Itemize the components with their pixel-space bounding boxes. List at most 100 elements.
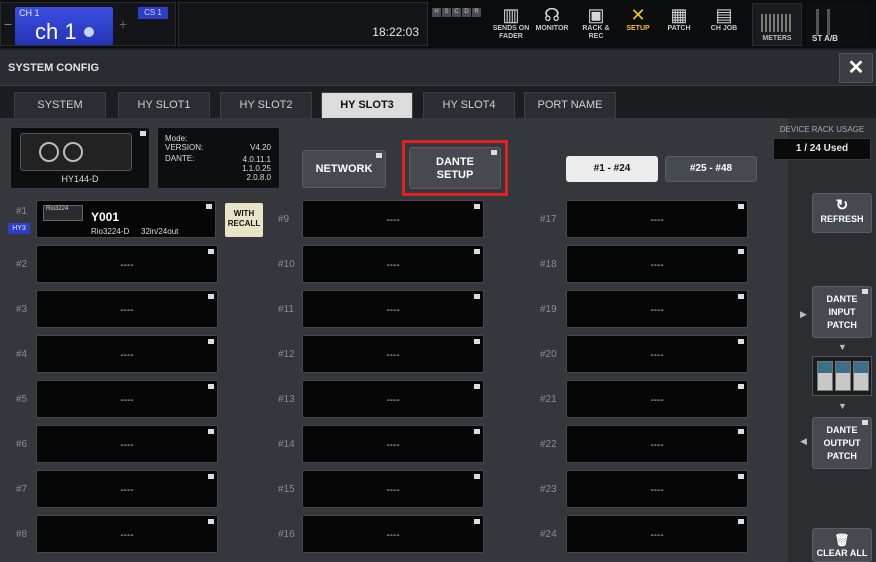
page-1-24-button[interactable]: #1 - #24 — [566, 156, 658, 182]
dante-input-patch-button[interactable]: DANTE INPUT PATCH — [812, 286, 872, 338]
channel-number: CH 1 — [19, 8, 40, 18]
patch-label: PATCH — [667, 25, 691, 32]
slot-number: #14 — [278, 439, 295, 450]
device-slot[interactable]: ---- — [566, 425, 748, 463]
close-button[interactable]: ✕ — [839, 53, 873, 83]
menu-indicator-icon — [738, 294, 744, 299]
network-button[interactable]: NETWORK — [302, 150, 386, 188]
device-slot[interactable]: ---- — [36, 515, 218, 553]
top-bar: − CH 1 ch 1 + CS 1 18:22:03 H S C D R ▥ … — [0, 0, 876, 48]
device-slot[interactable]: ---- — [36, 290, 218, 328]
clear-all-button[interactable]: 🗑 CLEAR ALL — [812, 528, 872, 562]
empty-slot-label: ---- — [386, 485, 400, 496]
device-slot[interactable]: ---- — [36, 245, 218, 283]
rack-rec-button[interactable]: ▣ RACK & REC — [576, 2, 616, 46]
slot-number: #11 — [278, 304, 294, 315]
device-slot[interactable]: ---- — [302, 470, 484, 508]
device-name: Y001 — [91, 210, 120, 224]
slot-number: #1 — [16, 206, 28, 217]
device-slot[interactable]: ---- — [302, 380, 484, 418]
device-slot[interactable]: ---- — [302, 245, 484, 283]
slot-number: #8 — [16, 529, 28, 540]
slot-number: #7 — [16, 484, 28, 495]
dante-input-label-line3: PATCH — [827, 320, 857, 330]
device-slot[interactable]: ---- — [302, 335, 484, 373]
window-header: SYSTEM CONFIG ✕ — [0, 50, 876, 86]
device-slot[interactable]: ---- — [36, 380, 218, 418]
menu-indicator-icon — [738, 474, 744, 479]
slot-number: #20 — [540, 349, 557, 360]
setup-button[interactable]: ✕ SETUP — [620, 2, 656, 46]
patch-icon: ▦ — [670, 5, 688, 25]
tab-hy-slot4[interactable]: HY SLOT4 — [423, 92, 515, 118]
ch-job-button[interactable]: ▤ CH JOB — [703, 2, 745, 46]
hy-card-info[interactable]: HY144-D — [10, 127, 150, 189]
empty-slot-label: ---- — [650, 260, 664, 271]
dante-output-label-line3: PATCH — [827, 451, 857, 461]
thumbnail-cell — [817, 361, 833, 391]
device-slot[interactable]: ---- — [566, 515, 748, 553]
slot-number: #24 — [540, 529, 557, 540]
menu-indicator-icon — [474, 204, 480, 209]
device-slot[interactable]: Rio3224 Y001 Rio3224-D 32in/24out — [36, 200, 216, 238]
device-slot[interactable]: ---- — [566, 335, 748, 373]
sends-on-fader-button[interactable]: ▥ SENDS ON FADER — [492, 2, 530, 46]
device-rack-usage-value: 1 / 24 Used — [773, 138, 871, 160]
empty-slot-label: ---- — [386, 260, 400, 271]
monitor-button[interactable]: ☊ MONITOR — [532, 2, 572, 46]
slot-number: #12 — [278, 349, 295, 360]
device-slot[interactable]: ---- — [566, 290, 748, 328]
slot-number: #3 — [16, 304, 28, 315]
scene-bar[interactable]: 18:22:03 — [178, 2, 428, 46]
menu-indicator-icon — [474, 384, 480, 389]
channel-prev-button[interactable]: − — [4, 16, 12, 32]
device-slot[interactable]: ---- — [566, 470, 748, 508]
trash-icon: 🗑 — [834, 533, 850, 547]
refresh-button[interactable]: ↻ REFRESH — [812, 193, 872, 233]
dante-output-patch-button[interactable]: DANTE OUTPUT PATCH — [812, 417, 872, 469]
slot-number: #5 — [16, 394, 28, 405]
channel-next-button[interactable]: + — [119, 16, 127, 32]
menu-indicator-icon — [738, 204, 744, 209]
device-slot[interactable]: ---- — [302, 425, 484, 463]
empty-slot-label: ---- — [650, 530, 664, 541]
rack-rec-label: RACK & REC — [582, 25, 610, 40]
tab-port-name[interactable]: PORT NAME — [524, 92, 616, 118]
arrow-left-icon: ◀ — [800, 436, 807, 446]
mini-key: R — [472, 8, 481, 17]
mini-key: D — [462, 8, 471, 17]
channel-name: ch 1 — [35, 19, 77, 44]
empty-slot-label: ---- — [650, 440, 664, 451]
mini-key: C — [452, 8, 461, 17]
channel-selector[interactable]: − CH 1 ch 1 + CS 1 — [0, 2, 176, 46]
page-25-48-button[interactable]: #25 - #48 — [665, 156, 757, 182]
device-slot[interactable]: ---- — [302, 290, 484, 328]
hy3-tag: HY3 — [8, 223, 30, 234]
with-recall-button[interactable]: WITH RECALL — [225, 203, 263, 237]
device-slot[interactable]: ---- — [566, 200, 748, 238]
stereo-ab-meter[interactable]: ST A/B — [806, 3, 870, 46]
tab-hy-slot3[interactable]: HY SLOT3 — [321, 92, 413, 118]
device-slot[interactable]: ---- — [302, 515, 484, 553]
with-recall-label-line1: WITH — [233, 209, 255, 218]
channel-name-box[interactable]: CH 1 ch 1 — [15, 7, 113, 45]
empty-slot-label: ---- — [120, 260, 134, 271]
device-slot[interactable]: ---- — [36, 470, 218, 508]
tools-icon: ✕ — [630, 5, 646, 25]
arrow-right-icon: ▶ — [800, 309, 807, 319]
device-slot[interactable]: ---- — [36, 335, 218, 373]
device-slot[interactable]: ---- — [302, 200, 484, 238]
device-slot[interactable]: ---- — [566, 380, 748, 418]
sends-on-fader-label: SENDS ON FADER — [492, 25, 530, 40]
menu-indicator-icon — [208, 384, 214, 389]
mini-key: H — [432, 8, 441, 17]
right-sidebar — [788, 118, 876, 562]
tab-system[interactable]: SYSTEM — [14, 92, 106, 118]
device-slot[interactable]: ---- — [566, 245, 748, 283]
tab-hy-slot2[interactable]: HY SLOT2 — [220, 92, 312, 118]
meters-button[interactable]: METERS — [752, 3, 802, 46]
device-slot[interactable]: ---- — [36, 425, 218, 463]
tab-hy-slot1[interactable]: HY SLOT1 — [118, 92, 210, 118]
patch-button[interactable]: ▦ PATCH — [661, 2, 697, 46]
menu-indicator-icon — [376, 153, 382, 158]
